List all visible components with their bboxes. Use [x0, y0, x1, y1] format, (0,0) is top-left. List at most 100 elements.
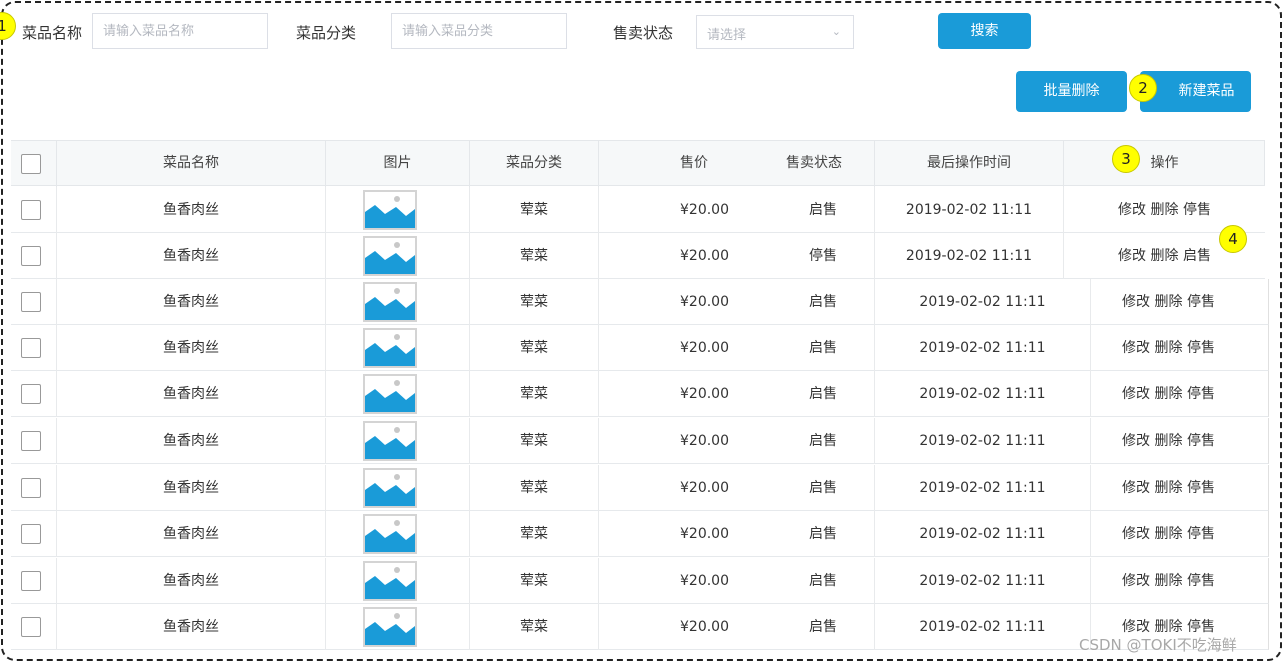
- dish-category: 荤菜: [470, 187, 599, 233]
- dish-image-cell: [326, 558, 470, 604]
- delete-link[interactable]: 删除: [1155, 386, 1183, 402]
- row-actions: 修改 删除 停售: [1064, 511, 1269, 557]
- toggle-sale-link[interactable]: 停售: [1187, 433, 1215, 449]
- image-placeholder-icon: [363, 421, 417, 461]
- toggle-sale-link[interactable]: 停售: [1187, 526, 1215, 542]
- dish-name: 鱼香肉丝: [57, 511, 326, 557]
- column-header-category: 菜品分类: [470, 141, 599, 187]
- last-modified-time: 2019-02-02 11:11: [875, 325, 1091, 371]
- row-select-cell: [11, 371, 57, 417]
- edit-link[interactable]: 修改: [1122, 619, 1150, 635]
- delete-link[interactable]: 删除: [1155, 619, 1183, 635]
- row-checkbox[interactable]: [21, 431, 41, 451]
- row-actions: 修改 删除 停售: [1064, 371, 1269, 417]
- dish-image-cell: [326, 279, 470, 325]
- watermark: CSDN @TOKI不吃海鲜: [1079, 636, 1237, 654]
- delete-link[interactable]: 删除: [1155, 340, 1183, 356]
- edit-link[interactable]: 修改: [1118, 248, 1146, 264]
- edit-link[interactable]: 修改: [1122, 386, 1150, 402]
- dish-price: ¥20.00: [680, 480, 729, 496]
- edit-link[interactable]: 修改: [1122, 433, 1150, 449]
- row-actions: 修改 删除 停售: [1064, 558, 1269, 604]
- toggle-sale-link[interactable]: 停售: [1187, 619, 1215, 635]
- annotation-badge-4: 4: [1219, 225, 1247, 253]
- dish-image-cell: [326, 187, 470, 233]
- dish-image-cell: [326, 233, 470, 279]
- row-checkbox[interactable]: [21, 524, 41, 544]
- dish-image-cell: [326, 511, 470, 557]
- row-select-cell: [11, 604, 57, 650]
- dish-category: 荤菜: [470, 325, 599, 371]
- sale-status-label: 售卖状态: [613, 24, 674, 42]
- table-row: 鱼香肉丝 荤菜 ¥20.00 启售 2019-02-02 11:11 修改 删除 停售: [11, 371, 1269, 417]
- row-checkbox[interactable]: [21, 338, 41, 358]
- delete-link[interactable]: 删除: [1155, 573, 1183, 589]
- dish-price: ¥20.00: [680, 433, 729, 449]
- toggle-sale-link[interactable]: 停售: [1187, 386, 1215, 402]
- delete-link[interactable]: 删除: [1151, 248, 1179, 264]
- row-actions: 修改 删除 停售: [1064, 465, 1269, 511]
- row-checkbox[interactable]: [21, 200, 41, 220]
- dish-name: 鱼香肉丝: [57, 325, 326, 371]
- image-placeholder-icon: [363, 468, 417, 508]
- toggle-sale-link[interactable]: 停售: [1183, 202, 1211, 218]
- image-placeholder-icon: [363, 607, 417, 647]
- sale-status: 启售: [776, 465, 875, 511]
- toggle-sale-link[interactable]: 停售: [1187, 294, 1215, 310]
- image-placeholder-icon: [363, 328, 417, 368]
- edit-link[interactable]: 修改: [1122, 526, 1150, 542]
- last-modified-time: 2019-02-02 11:11: [875, 604, 1091, 650]
- dish-category: 荤菜: [470, 418, 599, 464]
- search-button[interactable]: 搜索: [938, 13, 1031, 49]
- edit-link[interactable]: 修改: [1122, 340, 1150, 356]
- row-checkbox[interactable]: [21, 617, 41, 637]
- row-checkbox[interactable]: [21, 292, 41, 312]
- column-header-last-modified: 最后操作时间: [875, 141, 1064, 187]
- select-all-checkbox[interactable]: [21, 154, 41, 174]
- sale-status: 启售: [776, 279, 875, 325]
- dish-name: 鱼香肉丝: [57, 465, 326, 511]
- batch-delete-button[interactable]: 批量删除: [1016, 71, 1127, 112]
- image-placeholder-icon: [363, 282, 417, 322]
- edit-link[interactable]: 修改: [1118, 202, 1146, 218]
- sale-status-select[interactable]: 请选择 ⌄: [696, 15, 854, 49]
- sale-status: 停售: [776, 233, 875, 279]
- toggle-sale-link[interactable]: 停售: [1187, 340, 1215, 356]
- dish-category-input[interactable]: [391, 13, 567, 49]
- delete-link[interactable]: 删除: [1155, 526, 1183, 542]
- column-header-price: 售价: [680, 155, 708, 171]
- delete-link[interactable]: 删除: [1151, 202, 1179, 218]
- table-row: 鱼香肉丝 荤菜 ¥20.00 启售 2019-02-02 11:11 修改 删除 停售: [11, 511, 1269, 557]
- row-checkbox[interactable]: [21, 246, 41, 266]
- sale-status: 启售: [776, 604, 875, 650]
- new-dish-button[interactable]: 新建菜品: [1140, 71, 1251, 112]
- last-modified-time: 2019-02-02 11:11: [875, 187, 1064, 233]
- chevron-down-icon: ⌄: [831, 25, 841, 38]
- dish-price: ¥20.00: [680, 619, 729, 635]
- delete-link[interactable]: 删除: [1155, 433, 1183, 449]
- toggle-sale-link[interactable]: 启售: [1183, 248, 1211, 264]
- sale-status: 启售: [776, 418, 875, 464]
- row-checkbox[interactable]: [21, 384, 41, 404]
- toggle-sale-link[interactable]: 停售: [1187, 573, 1215, 589]
- row-checkbox[interactable]: [21, 571, 41, 591]
- image-placeholder-icon: [363, 514, 417, 554]
- delete-link[interactable]: 删除: [1155, 294, 1183, 310]
- dish-name: 鱼香肉丝: [57, 604, 326, 650]
- dish-category: 荤菜: [470, 465, 599, 511]
- row-select-cell: [11, 187, 57, 233]
- sale-status: 启售: [776, 187, 875, 233]
- image-placeholder-icon: [363, 561, 417, 601]
- dish-name: 鱼香肉丝: [57, 279, 326, 325]
- toggle-sale-link[interactable]: 停售: [1187, 480, 1215, 496]
- edit-link[interactable]: 修改: [1122, 294, 1150, 310]
- delete-link[interactable]: 删除: [1155, 480, 1183, 496]
- last-modified-time: 2019-02-02 11:11: [875, 465, 1091, 511]
- dish-price: ¥20.00: [680, 248, 729, 264]
- edit-link[interactable]: 修改: [1122, 480, 1150, 496]
- edit-link[interactable]: 修改: [1122, 573, 1150, 589]
- dish-name: 鱼香肉丝: [57, 558, 326, 604]
- dish-name-input[interactable]: [92, 13, 268, 49]
- annotation-badge-2: 2: [1129, 74, 1157, 102]
- row-checkbox[interactable]: [21, 478, 41, 498]
